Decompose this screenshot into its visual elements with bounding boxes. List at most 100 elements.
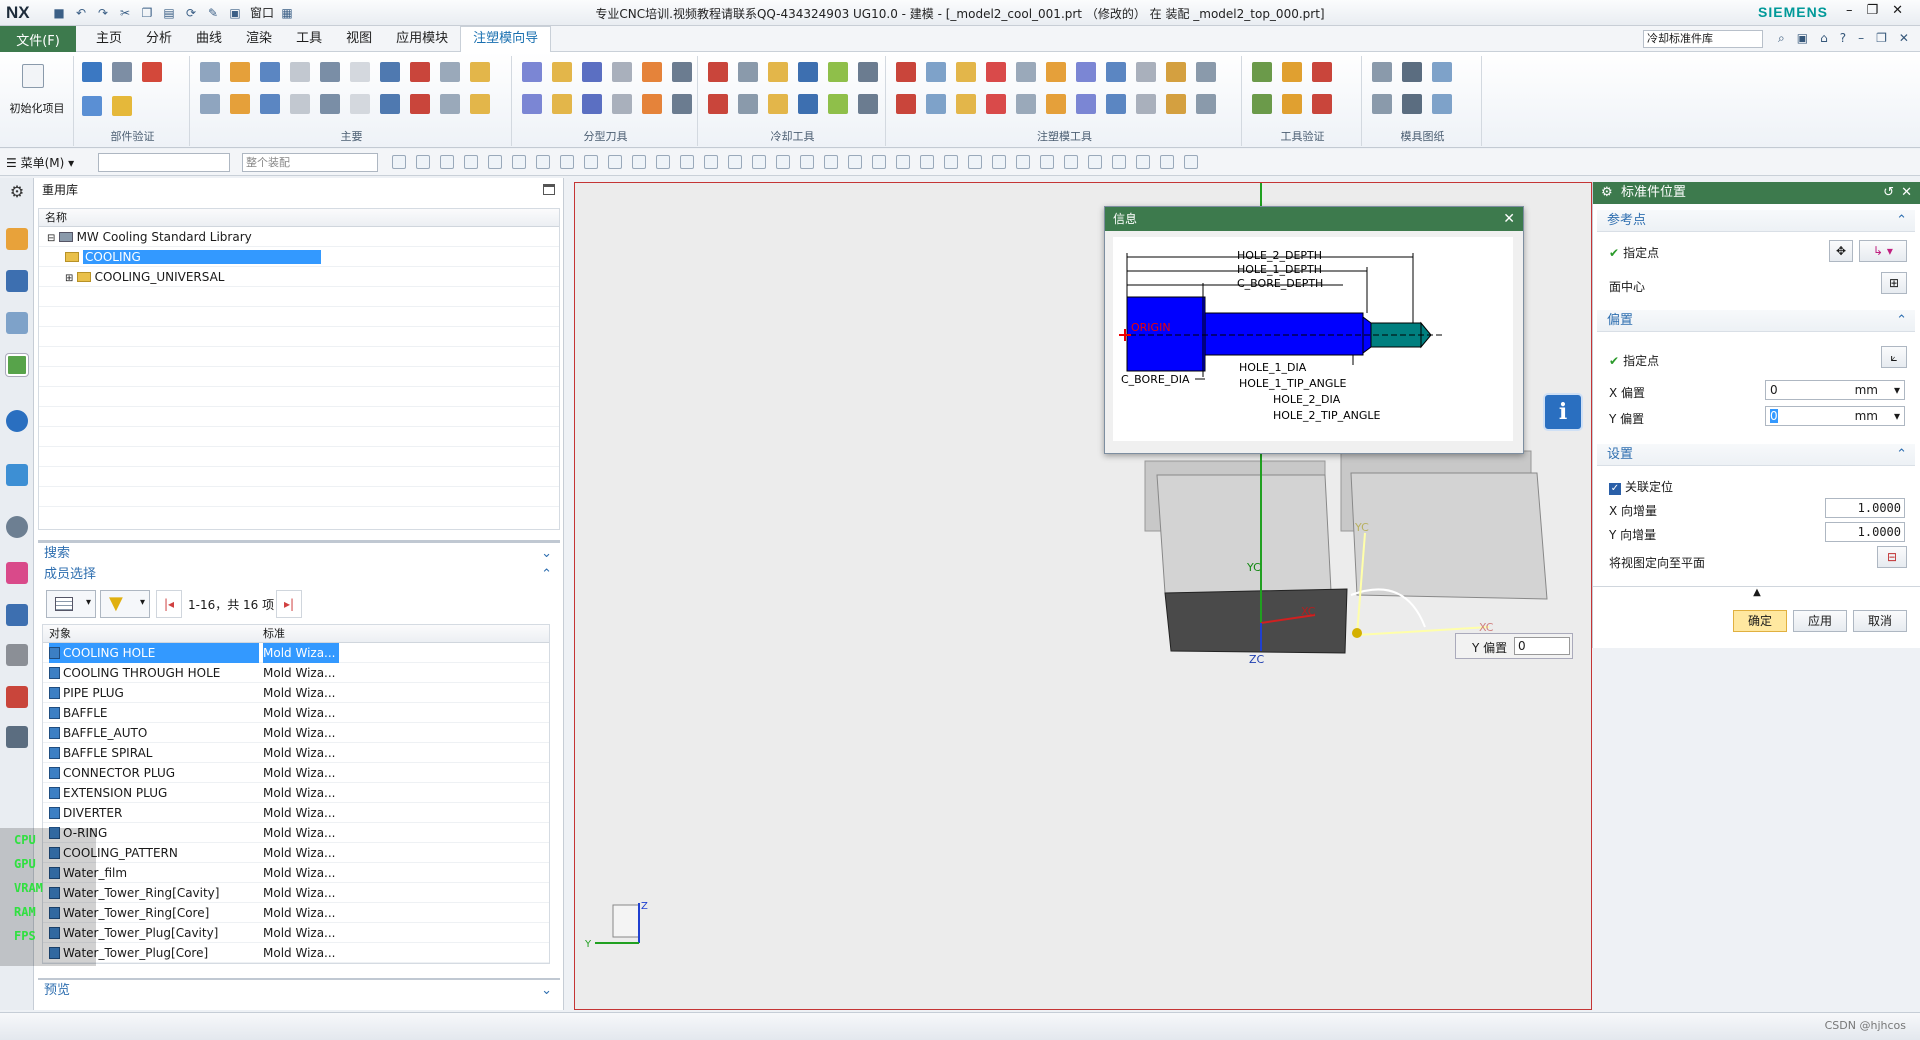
mold-tool-icon[interactable] bbox=[986, 94, 1006, 114]
member-row[interactable]: Water_Tower_Plug[Core] Mold Wiza... bbox=[43, 943, 549, 963]
tab-7[interactable]: 应用模块 bbox=[384, 26, 460, 52]
selection-tool-icon[interactable] bbox=[968, 155, 982, 169]
mold-tool-icon[interactable] bbox=[1136, 94, 1156, 114]
parting-tool-icon[interactable] bbox=[582, 94, 602, 114]
section-settings[interactable]: 设置 ⌃ bbox=[1597, 444, 1915, 466]
reset-icon[interactable]: ↺ bbox=[1883, 182, 1894, 204]
selection-tool-icon[interactable] bbox=[944, 155, 958, 169]
mold-tool-icon[interactable] bbox=[1106, 94, 1126, 114]
tree-item[interactable]: ⊟ MW Cooling Standard Library bbox=[39, 227, 559, 247]
member-row[interactable]: CONNECTOR PLUG Mold Wiza... bbox=[43, 763, 549, 783]
parting-tool-icon[interactable] bbox=[642, 94, 662, 114]
system-materials-icon[interactable] bbox=[6, 726, 28, 748]
drawing-tool-icon[interactable] bbox=[1372, 62, 1392, 82]
parting-tool-icon[interactable] bbox=[672, 62, 692, 82]
selection-tool-icon[interactable] bbox=[464, 155, 478, 169]
parting-tool-icon[interactable] bbox=[552, 62, 572, 82]
selection-tool-icon[interactable] bbox=[488, 155, 502, 169]
tab-2[interactable]: 分析 bbox=[134, 26, 184, 52]
help-icon[interactable]: ? bbox=[1840, 31, 1846, 46]
main-tool-icon[interactable] bbox=[200, 62, 220, 82]
drawing-tool-icon[interactable] bbox=[1432, 94, 1452, 114]
member-row[interactable]: Water_film Mold Wiza... bbox=[43, 863, 549, 883]
info-window-icon[interactable]: i bbox=[1543, 393, 1583, 431]
validation-tool-icon[interactable] bbox=[1312, 94, 1332, 114]
main-tool-icon[interactable] bbox=[440, 94, 460, 114]
member-row[interactable]: Water_Tower_Ring[Cavity] Mold Wiza... bbox=[43, 883, 549, 903]
parting-tool-icon[interactable] bbox=[612, 62, 632, 82]
main-tool-icon[interactable] bbox=[440, 62, 460, 82]
selection-tool-icon[interactable] bbox=[1112, 155, 1126, 169]
main-tool-icon[interactable] bbox=[290, 62, 310, 82]
ribbon-minimize-icon[interactable]: – bbox=[1858, 31, 1864, 46]
minimize-icon[interactable]: – bbox=[1846, 3, 1853, 18]
history-icon[interactable] bbox=[6, 516, 28, 538]
window-icon[interactable]: ▣ bbox=[226, 4, 244, 22]
process-studio-icon[interactable] bbox=[6, 604, 28, 626]
selection-tool-icon[interactable] bbox=[920, 155, 934, 169]
x-offset-input[interactable]: 0 mm ▾ bbox=[1765, 380, 1905, 400]
copy-icon[interactable]: ❐ bbox=[138, 4, 156, 22]
parting-tool-icon[interactable] bbox=[552, 94, 572, 114]
cooling-tool-icon[interactable] bbox=[738, 62, 758, 82]
web-browser-icon[interactable] bbox=[6, 464, 28, 486]
apply-button[interactable]: 应用 bbox=[1793, 610, 1847, 632]
check-icon[interactable] bbox=[142, 62, 162, 82]
info-icon[interactable] bbox=[6, 410, 28, 432]
selection-tool-icon[interactable] bbox=[1088, 155, 1102, 169]
drawing-tool-icon[interactable] bbox=[1402, 62, 1422, 82]
selection-tool-icon[interactable] bbox=[440, 155, 454, 169]
main-tool-icon[interactable] bbox=[260, 94, 280, 114]
layer-icon[interactable] bbox=[82, 96, 102, 116]
main-tool-icon[interactable] bbox=[350, 94, 370, 114]
selection-tool-icon[interactable] bbox=[704, 155, 718, 169]
switch-window-icon[interactable]: ▦ bbox=[278, 4, 296, 22]
settings-icon[interactable]: ⚙ bbox=[6, 182, 28, 204]
main-tool-icon[interactable] bbox=[350, 62, 370, 82]
selection-tool-icon[interactable] bbox=[608, 155, 622, 169]
touch-mode-icon[interactable]: ✎ bbox=[204, 4, 222, 22]
view-mode-button[interactable]: ▾ bbox=[46, 590, 96, 618]
tab-4[interactable]: 渲染 bbox=[234, 26, 284, 52]
section-offset[interactable]: 偏置 ⌃ bbox=[1597, 310, 1915, 332]
chevron-down-icon[interactable]: ⌄ bbox=[541, 543, 552, 565]
main-tool-icon[interactable] bbox=[320, 62, 340, 82]
chevron-up-icon[interactable]: ⌃ bbox=[541, 564, 552, 586]
ok-button[interactable]: 确定 bbox=[1733, 610, 1787, 632]
collapse-icon[interactable]: ⊟ bbox=[47, 233, 59, 244]
selection-tool-icon[interactable] bbox=[392, 155, 406, 169]
filter-button[interactable]: ▼ ▾ bbox=[100, 590, 150, 618]
member-row[interactable]: Water_Tower_Ring[Core] Mold Wiza... bbox=[43, 903, 549, 923]
column-header-object[interactable]: 对象 bbox=[49, 625, 71, 643]
stack-icon[interactable] bbox=[112, 96, 132, 116]
selection-tool-icon[interactable] bbox=[824, 155, 838, 169]
selection-tool-icon[interactable] bbox=[536, 155, 550, 169]
member-row[interactable]: DIVERTER Mold Wiza... bbox=[43, 803, 549, 823]
csys-button[interactable]: ⟀ bbox=[1881, 346, 1907, 368]
reuse-library-icon[interactable] bbox=[6, 354, 28, 376]
section-reference-point[interactable]: 参考点 ⌃ bbox=[1597, 210, 1915, 232]
mold-tool-icon[interactable] bbox=[1136, 62, 1156, 82]
close-icon[interactable]: ✕ bbox=[1892, 3, 1903, 18]
mold-tool-icon[interactable] bbox=[1016, 94, 1036, 114]
y-incr-input[interactable]: 1.0000 bbox=[1825, 522, 1905, 542]
member-row[interactable]: COOLING THROUGH HOLE Mold Wiza... bbox=[43, 663, 549, 683]
mold-tool-icon[interactable] bbox=[986, 62, 1006, 82]
mold-tool-icon[interactable] bbox=[956, 94, 976, 114]
tab-5[interactable]: 工具 bbox=[284, 26, 334, 52]
drawing-tool-icon[interactable] bbox=[1372, 94, 1392, 114]
cooling-tool-icon[interactable] bbox=[768, 62, 788, 82]
search-section-header[interactable]: 搜索 ⌄ bbox=[38, 540, 560, 562]
selection-tool-icon[interactable] bbox=[1016, 155, 1030, 169]
parting-tool-icon[interactable] bbox=[642, 62, 662, 82]
assoc-checkbox[interactable]: ✓ bbox=[1609, 483, 1621, 495]
mold-tool-icon[interactable] bbox=[1106, 62, 1126, 82]
constraint-navigator-icon[interactable] bbox=[6, 270, 28, 292]
point-type-select[interactable]: ↳ ▾ bbox=[1859, 240, 1907, 262]
selection-tool-icon[interactable] bbox=[848, 155, 862, 169]
menu-button[interactable]: ☰ 菜单(M) ▾ bbox=[6, 154, 74, 171]
cooling-tool-icon[interactable] bbox=[858, 94, 878, 114]
parting-tool-icon[interactable] bbox=[582, 62, 602, 82]
redo-icon[interactable]: ↷ bbox=[94, 4, 112, 22]
x-incr-input[interactable]: 1.0000 bbox=[1825, 498, 1905, 518]
